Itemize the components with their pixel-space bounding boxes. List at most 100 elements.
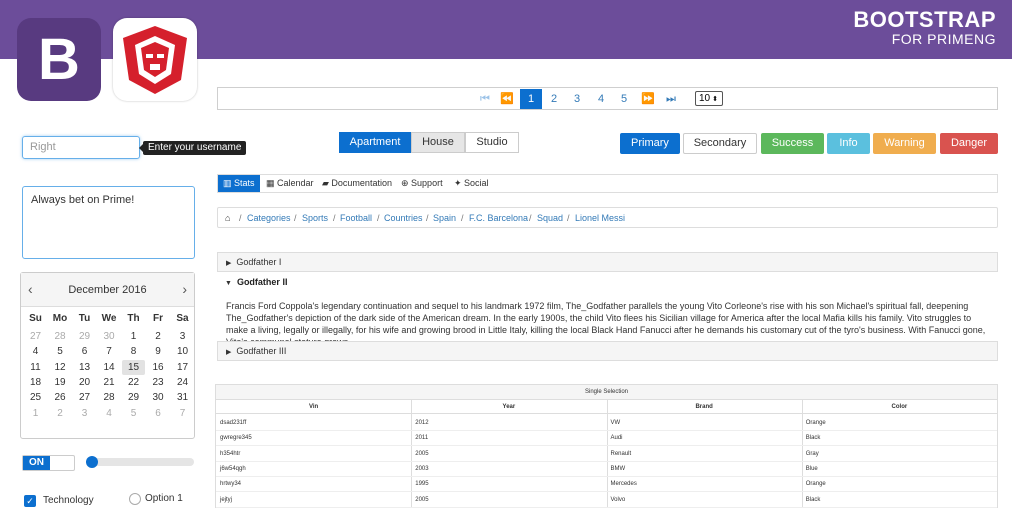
breadcrumb-item-fc-barcelona[interactable]: F.C. Barcelona bbox=[469, 213, 528, 223]
page-1-button[interactable]: 1 bbox=[520, 89, 542, 109]
table-header[interactable]: Brand bbox=[606, 400, 802, 414]
table-header[interactable]: Vin bbox=[216, 400, 412, 414]
table-cell[interactable]: Gray bbox=[801, 447, 997, 462]
table-cell[interactable]: Mercedes bbox=[606, 477, 802, 493]
message-textarea[interactable]: Always bet on Prime! bbox=[22, 186, 195, 259]
warning-button[interactable]: Warning bbox=[873, 133, 936, 154]
accordion-tab-godfather-2[interactable]: ▼ Godfather II bbox=[217, 273, 998, 293]
select-apartment-button[interactable]: Apartment bbox=[339, 132, 411, 153]
table-cell[interactable]: Volvo bbox=[606, 493, 802, 508]
calendar-day[interactable]: 28 bbox=[98, 390, 121, 405]
calendar-day[interactable]: 18 bbox=[24, 375, 47, 390]
calendar-day[interactable]: 5 bbox=[122, 406, 145, 421]
table-cell[interactable]: 2012 bbox=[411, 416, 607, 431]
table-cell[interactable]: Orange bbox=[801, 477, 997, 493]
page-4-button[interactable]: 4 bbox=[592, 89, 610, 109]
table-cell[interactable]: jejtyj bbox=[216, 493, 412, 508]
calendar-day[interactable]: 26 bbox=[49, 390, 72, 405]
calendar-day[interactable]: 1 bbox=[24, 406, 47, 421]
option-1-radio[interactable] bbox=[129, 493, 141, 505]
calendar-day[interactable]: 7 bbox=[171, 406, 194, 421]
calendar-day[interactable]: 7 bbox=[98, 344, 121, 359]
calendar-day[interactable]: 14 bbox=[98, 360, 121, 375]
calendar-day[interactable]: 30 bbox=[98, 329, 121, 344]
tab-social[interactable]: ✦ Social bbox=[454, 175, 489, 192]
table-cell[interactable]: 2003 bbox=[411, 462, 607, 477]
calendar-day[interactable]: 25 bbox=[24, 390, 47, 405]
breadcrumb-item-countries[interactable]: Countries bbox=[384, 213, 423, 223]
accordion-tab-godfather-1[interactable]: ▶ Godfather I bbox=[217, 252, 998, 272]
calendar-day[interactable]: 2 bbox=[147, 329, 170, 344]
calendar-day[interactable]: 8 bbox=[122, 344, 145, 359]
danger-button[interactable]: Danger bbox=[940, 133, 998, 154]
tab-calendar[interactable]: ▦ Calendar bbox=[266, 175, 314, 192]
slider-track[interactable] bbox=[89, 458, 194, 466]
calendar-day[interactable]: 31 bbox=[171, 390, 194, 405]
accordion-tab-godfather-3[interactable]: ▶ Godfather III bbox=[217, 341, 998, 361]
calendar-day[interactable]: 20 bbox=[73, 375, 96, 390]
calendar-day[interactable]: 6 bbox=[73, 344, 96, 359]
calendar-day[interactable]: 29 bbox=[73, 329, 96, 344]
tab-stats[interactable]: ▥ Stats bbox=[218, 175, 260, 192]
table-cell[interactable]: h354htr bbox=[216, 447, 412, 462]
technology-checkbox[interactable]: ✓ bbox=[24, 495, 36, 507]
select-studio-button[interactable]: Studio bbox=[465, 132, 519, 153]
calendar-day[interactable]: 17 bbox=[171, 360, 194, 375]
tab-documentation[interactable]: ▰ Documentation bbox=[322, 175, 392, 192]
table-cell[interactable]: Black bbox=[801, 493, 997, 508]
calendar-day[interactable]: 4 bbox=[98, 406, 121, 421]
calendar-day[interactable]: 12 bbox=[49, 360, 72, 375]
calendar-day[interactable]: 13 bbox=[73, 360, 96, 375]
info-button[interactable]: Info bbox=[827, 133, 870, 154]
table-cell[interactable]: VW bbox=[606, 416, 802, 431]
primary-button[interactable]: Primary bbox=[620, 133, 680, 154]
calendar-day[interactable]: 24 bbox=[171, 375, 194, 390]
slider-handle[interactable] bbox=[86, 456, 98, 468]
calendar-day[interactable]: 30 bbox=[147, 390, 170, 405]
breadcrumb-item-football[interactable]: Football bbox=[340, 213, 372, 223]
calendar-day[interactable]: 6 bbox=[147, 406, 170, 421]
last-page-icon[interactable]: ⏭ bbox=[662, 89, 680, 109]
calendar-day[interactable]: 3 bbox=[171, 329, 194, 344]
calendar-day[interactable]: 1 bbox=[122, 329, 145, 344]
success-button[interactable]: Success bbox=[761, 133, 824, 154]
calendar-day[interactable]: 23 bbox=[147, 375, 170, 390]
calendar-day[interactable]: 9 bbox=[147, 344, 170, 359]
secondary-button[interactable]: Secondary bbox=[683, 133, 757, 154]
next-page-icon[interactable]: ⏩ bbox=[639, 89, 657, 109]
home-icon[interactable]: ⌂ bbox=[225, 213, 230, 223]
page-2-button[interactable]: 2 bbox=[545, 89, 563, 109]
rows-per-page-select[interactable]: 10 ⬍ bbox=[695, 91, 723, 106]
table-cell[interactable]: dsad231ff bbox=[216, 416, 412, 431]
first-page-icon[interactable]: ⏮ bbox=[476, 89, 494, 109]
table-cell[interactable]: j6w54qgh bbox=[216, 462, 412, 477]
table-header[interactable]: Color bbox=[801, 400, 997, 414]
username-input[interactable]: Right bbox=[22, 136, 140, 159]
calendar-day[interactable]: 4 bbox=[24, 344, 47, 359]
calendar-day[interactable]: 28 bbox=[49, 329, 72, 344]
tab-support[interactable]: ⊕ Support bbox=[401, 175, 443, 192]
calendar-day[interactable]: 27 bbox=[24, 329, 47, 344]
breadcrumb-item-lionel-messi[interactable]: Lionel Messi bbox=[575, 213, 625, 223]
calendar-day[interactable]: 21 bbox=[98, 375, 121, 390]
table-cell[interactable]: hrtwy34 bbox=[216, 477, 412, 493]
page-3-button[interactable]: 3 bbox=[568, 89, 586, 109]
table-cell[interactable]: BMW bbox=[606, 462, 802, 477]
chevron-right-icon[interactable]: › bbox=[182, 281, 187, 297]
prev-page-icon[interactable]: ⏪ bbox=[498, 89, 516, 109]
calendar-day[interactable]: 3 bbox=[73, 406, 96, 421]
calendar-day[interactable]: 2 bbox=[49, 406, 72, 421]
calendar-day[interactable]: 29 bbox=[122, 390, 145, 405]
breadcrumb-item-spain[interactable]: Spain bbox=[433, 213, 456, 223]
calendar-day[interactable]: 5 bbox=[49, 344, 72, 359]
table-cell[interactable]: 1995 bbox=[411, 477, 607, 493]
table-cell[interactable]: gwregre345 bbox=[216, 431, 412, 447]
calendar-day[interactable]: 10 bbox=[171, 344, 194, 359]
table-cell[interactable]: Audi bbox=[606, 431, 802, 447]
page-5-button[interactable]: 5 bbox=[615, 89, 633, 109]
table-cell[interactable]: 2005 bbox=[411, 447, 607, 462]
table-cell[interactable]: Renault bbox=[606, 447, 802, 462]
breadcrumb-item-sports[interactable]: Sports bbox=[302, 213, 328, 223]
calendar-day[interactable]: 11 bbox=[24, 360, 47, 375]
calendar-day[interactable]: 15 bbox=[122, 359, 145, 375]
